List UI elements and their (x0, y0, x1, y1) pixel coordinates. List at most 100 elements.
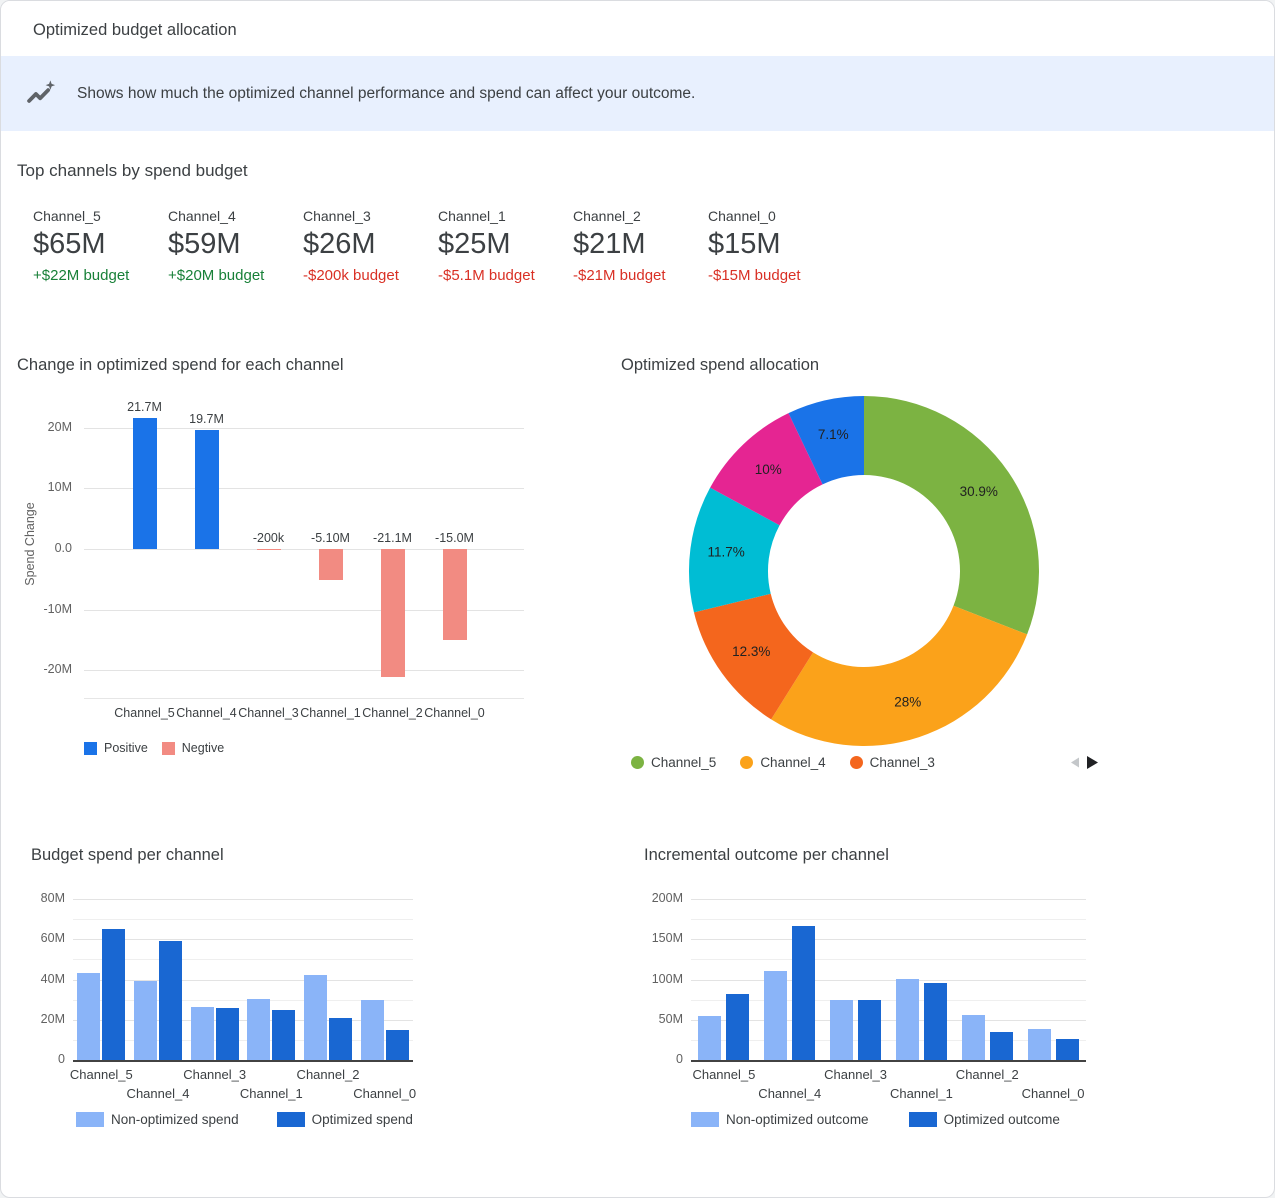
legend-label: Negtive (182, 741, 224, 755)
bar-Channel_1[interactable] (319, 549, 343, 580)
y-tick-label: 100M (633, 972, 683, 986)
legend-swatch (162, 742, 175, 755)
top-channels-row: Channel_5$65M+$22M budgetChannel_4$59M+$… (33, 208, 843, 284)
gridline (691, 980, 1086, 981)
channel-stat: Channel_5$65M+$22M budget (33, 208, 168, 284)
bar-Channel_2[interactable] (381, 549, 405, 677)
slice-percent-label: 10% (755, 462, 782, 477)
legend-item: Channel_4 (740, 755, 825, 770)
bar-optimized-Channel_4[interactable] (792, 926, 815, 1060)
channel-stat: Channel_4$59M+$20M budget (168, 208, 303, 284)
y-tick-label: 200M (633, 891, 683, 905)
info-banner: Shows how much the optimized channel per… (1, 56, 1274, 131)
slice-percent-label: 30.9% (960, 484, 998, 499)
x-axis-label: Channel_0 (353, 1086, 416, 1101)
bar-Channel_3[interactable] (257, 549, 281, 550)
donut-slice-Channel_4[interactable] (771, 606, 1027, 746)
bar-value-label: 21.7M (127, 399, 162, 415)
legend-label: Channel_5 (651, 755, 716, 770)
bar-non-optimized-Channel_1[interactable] (247, 999, 270, 1060)
bar-Channel_0[interactable] (443, 549, 467, 640)
bar-optimized-Channel_5[interactable] (102, 929, 125, 1060)
legend-prev-button[interactable] (1067, 754, 1082, 771)
y-tick-label: 150M (633, 931, 683, 945)
gridline (73, 899, 413, 900)
legend-item: Negtive (162, 741, 224, 755)
y-tick-label: 20M (15, 1012, 65, 1026)
legend-dot (740, 756, 753, 769)
legend-dot (631, 756, 644, 769)
gridline (691, 959, 1086, 960)
bar-optimized-Channel_5[interactable] (726, 994, 749, 1060)
y-tick-label: 10M (22, 480, 72, 494)
x-axis-label: Channel_5 (114, 706, 174, 720)
legend-label: Channel_3 (870, 755, 935, 770)
bar-non-optimized-Channel_5[interactable] (77, 973, 100, 1060)
bar-non-optimized-Channel_0[interactable] (361, 1000, 384, 1060)
bar-non-optimized-Channel_1[interactable] (896, 979, 919, 1060)
legend-item: Optimized spend (277, 1112, 413, 1127)
bar-optimized-Channel_0[interactable] (1056, 1039, 1079, 1060)
legend-next-button[interactable] (1084, 754, 1100, 771)
chart-legend: Channel_5 Channel_4 Channel_3 (631, 755, 935, 770)
bar-non-optimized-Channel_3[interactable] (830, 1000, 853, 1060)
x-axis-label: Channel_3 (238, 706, 298, 720)
channel-spend-value: $15M (708, 228, 843, 261)
donut-slice-Channel_5[interactable] (864, 396, 1039, 634)
banner-text: Shows how much the optimized channel per… (77, 85, 695, 103)
legend-item: Channel_5 (631, 755, 716, 770)
x-axis-label: Channel_0 (424, 706, 484, 720)
bar-optimized-Channel_1[interactable] (272, 1010, 295, 1060)
bar-optimized-Channel_3[interactable] (858, 1000, 881, 1060)
bar-optimized-Channel_2[interactable] (990, 1032, 1013, 1060)
bar-optimized-Channel_1[interactable] (924, 983, 947, 1060)
legend-swatch (909, 1112, 937, 1127)
bar-value-label: -21.1M (373, 530, 412, 546)
bar-non-optimized-Channel_0[interactable] (1028, 1029, 1051, 1060)
bar-Channel_5[interactable] (133, 418, 157, 549)
channel-stat: Channel_2$21M-$21M budget (573, 208, 708, 284)
y-tick-label: -10M (22, 602, 72, 616)
chart-legend: Non-optimized outcome Optimized outcome (691, 1112, 1060, 1127)
gridline (691, 919, 1086, 920)
channel-budget-delta: -$21M budget (573, 267, 708, 284)
spend-allocation-chart: Optimized spend allocation 30.9%28%12.3%… (621, 356, 1181, 796)
plot-area: 050M100M150M200M (691, 899, 1086, 1062)
x-axis-label: Channel_3 (824, 1067, 887, 1082)
bar-non-optimized-Channel_4[interactable] (134, 981, 157, 1060)
bar-non-optimized-Channel_2[interactable] (304, 975, 327, 1060)
channel-name: Channel_5 (33, 208, 168, 224)
slice-percent-label: 11.7% (708, 545, 745, 560)
bar-optimized-Channel_2[interactable] (329, 1018, 352, 1060)
legend-dot (850, 756, 863, 769)
bar-value-label: -15.0M (435, 530, 474, 546)
x-axis-label: Channel_4 (758, 1086, 821, 1101)
legend-pager (1067, 754, 1100, 771)
bar-non-optimized-Channel_3[interactable] (191, 1007, 214, 1060)
bar-optimized-Channel_0[interactable] (386, 1030, 409, 1060)
channel-spend-value: $26M (303, 228, 438, 261)
bar-optimized-Channel_3[interactable] (216, 1008, 239, 1060)
bar-Channel_4[interactable] (195, 430, 219, 549)
channel-stat: Channel_1$25M-$5.1M budget (438, 208, 573, 284)
channel-stat: Channel_0$15M-$15M budget (708, 208, 843, 284)
incremental-outcome-chart: Incremental outcome per channel 050M100M… (631, 841, 1261, 1141)
legend-item: Optimized outcome (909, 1112, 1060, 1127)
x-axis-label: Channel_1 (300, 706, 360, 720)
y-tick-label: 0.0 (22, 541, 72, 555)
legend-label: Non-optimized outcome (726, 1112, 869, 1127)
bar-non-optimized-Channel_2[interactable] (962, 1015, 985, 1060)
plot-area: 020M40M60M80M (73, 899, 413, 1062)
budget-spend-chart: Budget spend per channel 020M40M60M80M C… (17, 841, 613, 1141)
bar-optimized-Channel_4[interactable] (159, 941, 182, 1060)
bar-non-optimized-Channel_4[interactable] (764, 971, 787, 1060)
channel-budget-delta: +$22M budget (33, 267, 168, 284)
y-tick-label: -20M (22, 662, 72, 676)
y-tick-label: 50M (633, 1012, 683, 1026)
x-axis-label: Channel_5 (70, 1067, 133, 1082)
bar-non-optimized-Channel_5[interactable] (698, 1016, 721, 1060)
channel-budget-delta: -$15M budget (708, 267, 843, 284)
donut-plot: 30.9%28%12.3%11.7%10%7.1% (621, 384, 1161, 754)
x-axis-label: Channel_1 (890, 1086, 953, 1101)
chart-legend: PositiveNegtive (84, 741, 224, 755)
